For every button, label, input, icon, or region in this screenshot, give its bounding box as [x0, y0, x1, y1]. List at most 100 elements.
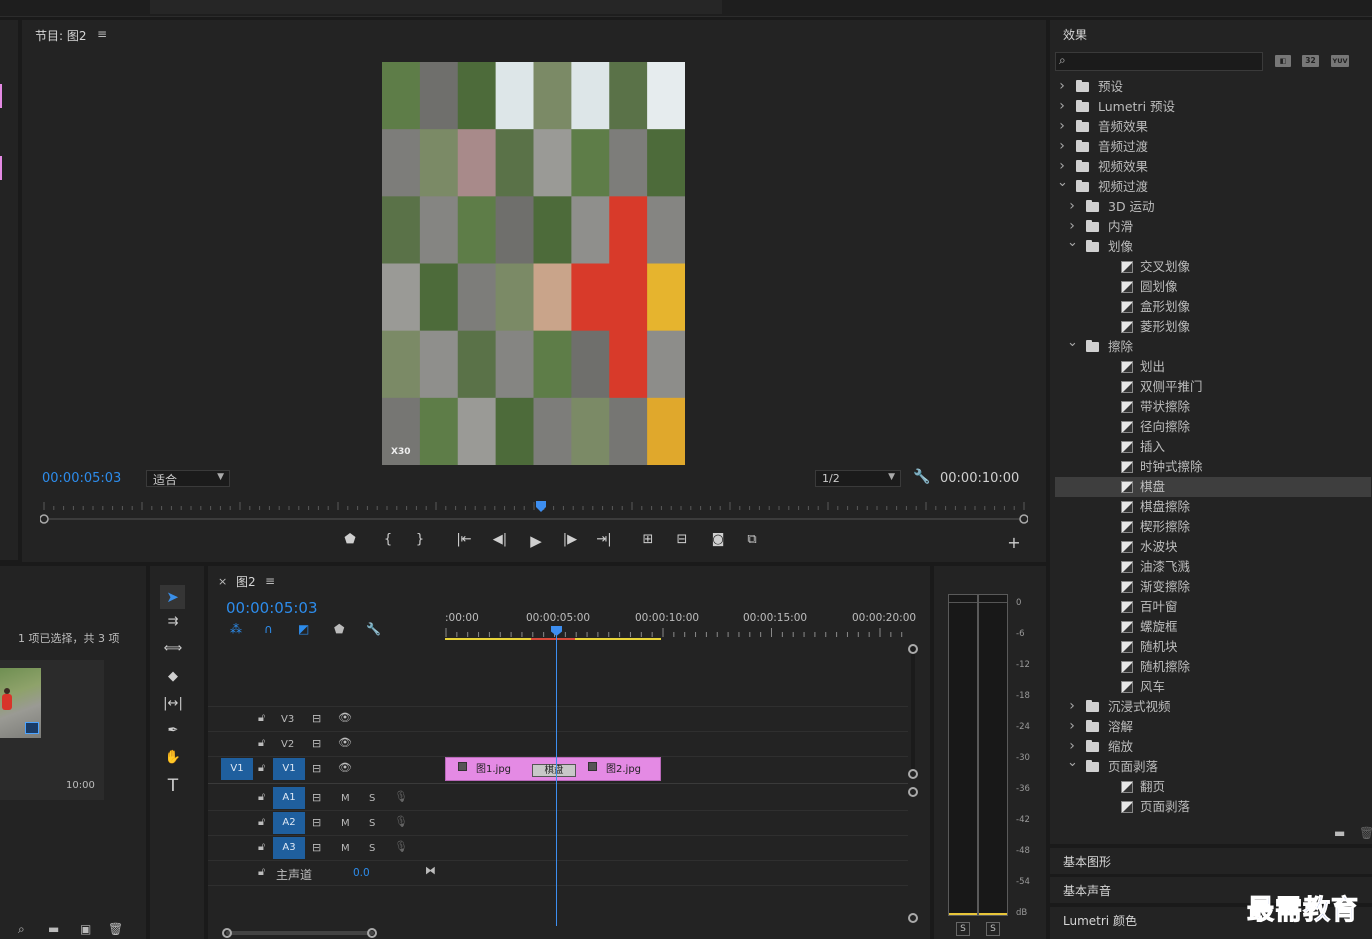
effect-item[interactable]: 楔形擦除	[1055, 517, 1371, 537]
effect-item[interactable]: 菱形划像	[1055, 317, 1371, 337]
clip-image-1[interactable]: 图1.jpg 图2.jpg 棋盘	[445, 757, 661, 781]
camera-icon[interactable]: ◙	[706, 532, 730, 547]
solo-button[interactable]: S	[369, 793, 375, 804]
effect-item[interactable]: 随机擦除	[1055, 657, 1371, 677]
panel-menu-icon[interactable]: ≡	[265, 574, 275, 588]
effect-item[interactable]: 棋盘	[1055, 477, 1371, 497]
lock-icon[interactable]: 🔓︎	[258, 711, 265, 725]
effect-item[interactable]: 翻页	[1055, 777, 1371, 797]
microphone-icon[interactable]: 🎙︎	[394, 840, 408, 853]
trash-icon[interactable]: 🗑	[108, 922, 123, 936]
effect-item[interactable]: 渐变擦除	[1055, 577, 1371, 597]
timeline-tab-title[interactable]: 图2	[236, 573, 256, 590]
track-target-a2[interactable]: A2	[273, 812, 305, 834]
quality-select[interactable]: 1/2 ▼	[815, 470, 901, 487]
eye-icon[interactable]: 👁︎	[338, 761, 352, 774]
track-target-v1[interactable]: V1	[273, 758, 305, 780]
effect-bin[interactable]: › 内滑	[1055, 217, 1371, 237]
scroll-handle[interactable]	[908, 644, 918, 654]
chevron-down-icon[interactable]: ⌄	[1067, 753, 1078, 773]
effect-bin[interactable]: › 音频效果	[1055, 117, 1371, 137]
effect-bin[interactable]: › 缩放	[1055, 737, 1371, 757]
effect-item[interactable]: 水波块	[1055, 537, 1371, 557]
effect-bin[interactable]: ⌄ 视频过渡	[1055, 175, 1371, 197]
microphone-icon[interactable]: 🎙︎	[394, 790, 408, 803]
extract-icon[interactable]: ⊟	[670, 532, 694, 547]
effect-item[interactable]: 划出	[1055, 357, 1371, 377]
effect-item[interactable]: 带状擦除	[1055, 397, 1371, 417]
chevron-down-icon[interactable]: ⌄	[1067, 233, 1078, 253]
add-marker-icon[interactable]: ⬟	[340, 532, 360, 547]
close-icon[interactable]: ×	[218, 575, 227, 588]
effect-item[interactable]: 圆划像	[1055, 277, 1371, 297]
effect-bin[interactable]: › 音频过渡	[1055, 137, 1371, 157]
wrench-icon[interactable]: 🔧	[366, 622, 381, 636]
eye-icon[interactable]: 👁︎	[338, 736, 352, 749]
snap-icon[interactable]: ∩	[264, 622, 273, 636]
sync-lock-icon[interactable]: ⊟	[312, 791, 321, 804]
transition-checkerboard[interactable]: 棋盘	[532, 764, 576, 777]
lock-icon[interactable]: 🔓︎	[258, 815, 265, 829]
chevron-down-icon[interactable]: ⌄	[1067, 333, 1078, 353]
microphone-icon[interactable]: 🎙︎	[394, 815, 408, 828]
program-scrub-ruler[interactable]	[40, 498, 1028, 524]
track-area[interactable]: 图1.jpg 图2.jpg 棋盘	[445, 706, 908, 926]
effect-bin[interactable]: › 预设	[1055, 77, 1371, 97]
sync-lock-icon[interactable]: ⊟	[312, 762, 321, 775]
ripple-edit-tool-icon[interactable]: ⟺	[162, 641, 184, 656]
chevron-right-icon[interactable]: ›	[1057, 96, 1067, 116]
scroll-handle[interactable]	[908, 787, 918, 797]
step-forward-icon[interactable]: |▶	[558, 532, 582, 547]
scrub-end-handle[interactable]	[40, 514, 49, 524]
effect-item[interactable]: 风车	[1055, 677, 1371, 697]
lock-icon[interactable]: 🔓︎	[258, 761, 265, 775]
go-to-end-icon[interactable]: ⧓	[425, 864, 436, 877]
scroll-handle[interactable]	[908, 769, 918, 779]
scroll-handle[interactable]	[222, 928, 232, 938]
effect-item[interactable]: 插入	[1055, 437, 1371, 457]
solo-right-button[interactable]: S	[986, 922, 1000, 936]
type-tool-icon[interactable]: T	[162, 776, 184, 796]
solo-left-button[interactable]: S	[956, 922, 970, 936]
go-to-in-icon[interactable]: |⇤	[452, 532, 476, 547]
new-item-icon[interactable]: ▣	[80, 922, 91, 936]
trash-icon[interactable]: 🗑	[1359, 826, 1372, 840]
chevron-right-icon[interactable]: ›	[1057, 136, 1067, 156]
master-volume-value[interactable]: 0.0	[353, 867, 370, 879]
chevron-right-icon[interactable]: ›	[1067, 716, 1077, 736]
timeline-ruler[interactable]: :00:00 00:00:05:00 00:00:10:00 00:00:15:…	[445, 610, 916, 642]
sync-lock-icon[interactable]: ⊟	[312, 737, 321, 750]
button-editor-plus-icon[interactable]: +	[1004, 533, 1024, 552]
scrub-end-handle[interactable]	[1019, 514, 1028, 524]
lock-icon[interactable]: 🔓︎	[258, 865, 265, 879]
slip-tool-icon[interactable]: |↔|	[162, 696, 184, 711]
razor-tool-icon[interactable]: ◆	[162, 669, 184, 684]
solo-button[interactable]: S	[369, 818, 375, 829]
mute-button[interactable]: M	[341, 843, 350, 854]
track-label[interactable]: V3	[281, 714, 294, 725]
effect-bin[interactable]: ⌄ 页面剥落	[1055, 755, 1371, 777]
new-bin-icon[interactable]: ▬	[1334, 826, 1345, 840]
effect-item[interactable]: 油漆飞溅	[1055, 557, 1371, 577]
timeline-timecode[interactable]: 00:00:05:03	[226, 599, 318, 617]
new-bin-icon[interactable]: ▬	[48, 922, 59, 936]
search-icon[interactable]: ⌕	[18, 922, 25, 937]
wrench-icon[interactable]: 🔧	[913, 469, 930, 485]
effect-item[interactable]: 双侧平推门	[1055, 377, 1371, 397]
hand-tool-icon[interactable]: ✋	[162, 750, 184, 765]
mark-in-icon[interactable]: {	[378, 532, 398, 547]
chevron-right-icon[interactable]: ›	[1067, 696, 1077, 716]
mute-button[interactable]: M	[341, 818, 350, 829]
effect-bin[interactable]: › 3D 运动	[1055, 197, 1371, 217]
effect-item[interactable]: 棋盘擦除	[1055, 497, 1371, 517]
sync-lock-icon[interactable]: ⊟	[312, 841, 321, 854]
effect-bin[interactable]: › Lumetri 预设	[1055, 97, 1371, 117]
mark-out-icon[interactable]: }	[410, 532, 430, 547]
track-target-a1[interactable]: A1	[273, 787, 305, 809]
panel-menu-icon[interactable]: ≡	[97, 27, 107, 41]
chevron-right-icon[interactable]: ›	[1057, 116, 1067, 136]
nest-icon[interactable]: ⁂	[230, 622, 242, 636]
horizontal-scrollbar[interactable]	[226, 931, 374, 935]
compare-view-icon[interactable]: ⧉	[740, 532, 764, 547]
linked-selection-icon[interactable]: ◩	[298, 622, 309, 636]
